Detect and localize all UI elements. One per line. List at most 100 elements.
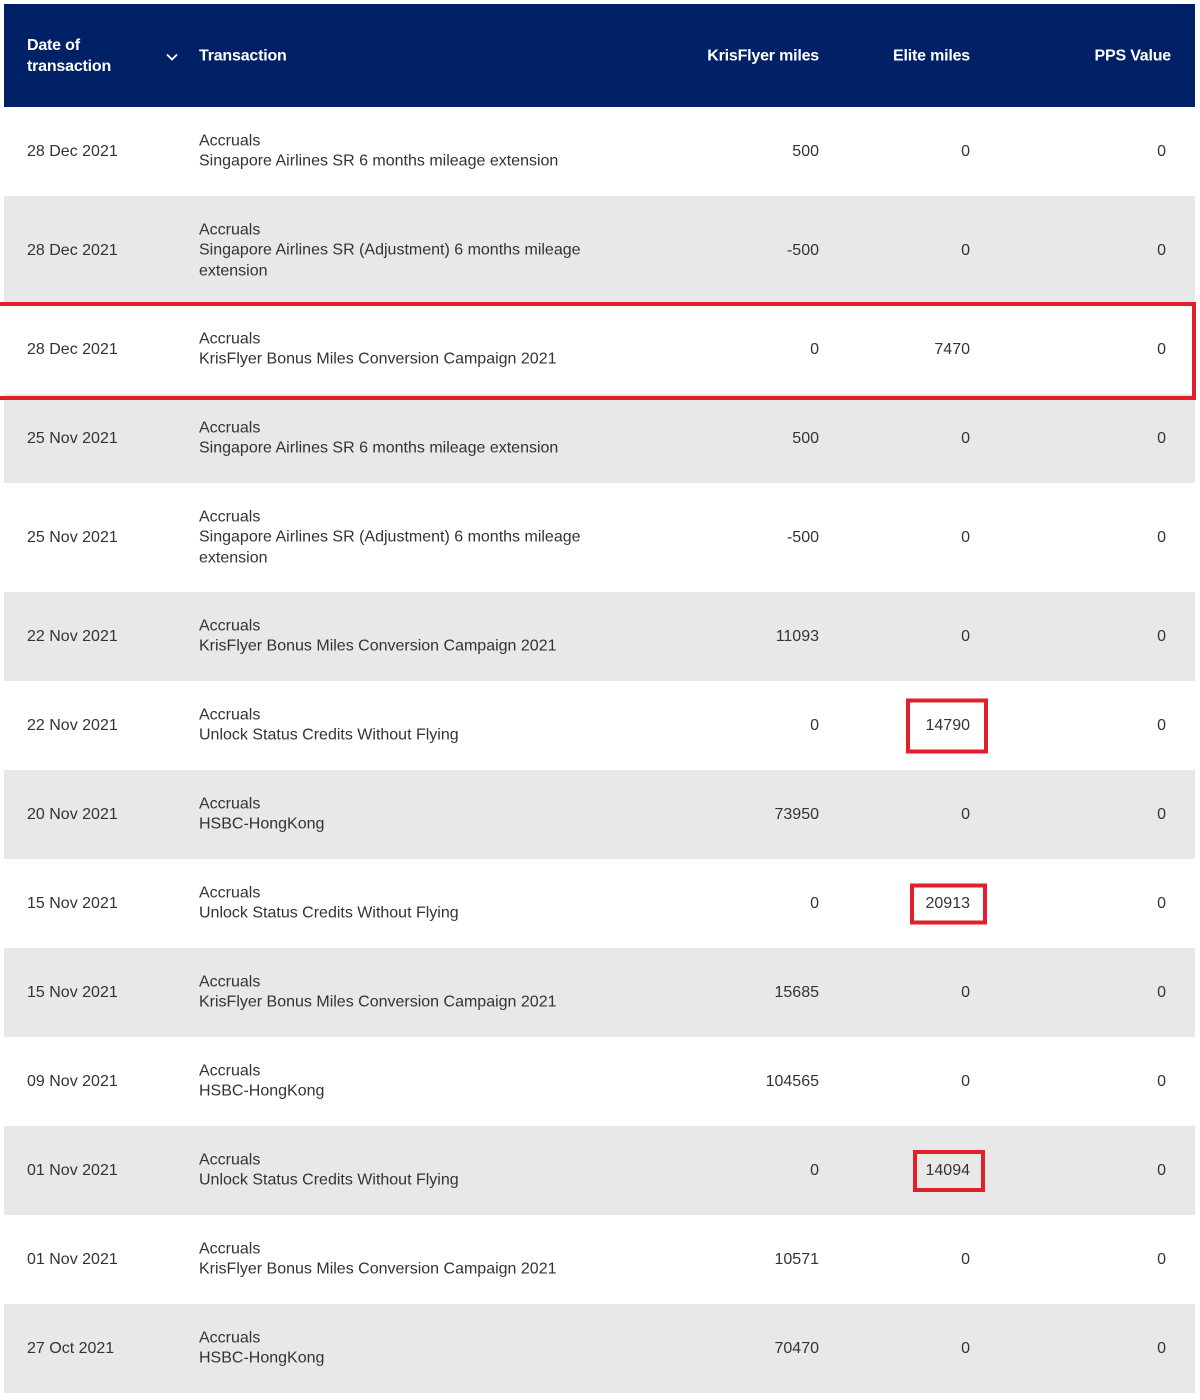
transaction-date: 22 Nov 2021 bbox=[27, 716, 118, 734]
transaction-description: Unlock Status Credits Without Flying bbox=[199, 726, 459, 744]
table-row[interactable]: 25 Nov 2021 Accruals Singapore Airlines SR… bbox=[4, 483, 1195, 592]
table-header: Date of transaction Transaction KrisFlye… bbox=[4, 4, 1195, 107]
krisflyer-miles-value: 0 bbox=[810, 894, 819, 912]
krisflyer-miles-value: 11093 bbox=[775, 627, 819, 645]
elite-miles-highlight-box bbox=[913, 1149, 985, 1192]
krisflyer-miles-value: 104565 bbox=[765, 1072, 819, 1090]
transaction-type: Accruals bbox=[199, 507, 261, 525]
krisflyer-miles-value: 500 bbox=[792, 142, 819, 160]
pps-value: 0 bbox=[1157, 894, 1166, 912]
elite-miles-value: 0 bbox=[961, 1072, 970, 1090]
pps-value: 0 bbox=[1157, 340, 1166, 358]
table-row[interactable]: 01 Nov 2021 Accruals Unlock Status Credits… bbox=[4, 1126, 1195, 1215]
transaction-details: Accruals Unlock Status Credits Without Fl… bbox=[199, 705, 619, 746]
transaction-date: 01 Nov 2021 bbox=[27, 1161, 118, 1179]
table-row[interactable]: 28 Dec 2021 Accruals Singapore Airlines SR… bbox=[4, 107, 1195, 196]
transaction-date: 28 Dec 2021 bbox=[27, 241, 118, 259]
table-row[interactable]: 20 Nov 2021 Accruals HSBC-HongKong 73950 0 0 bbox=[4, 770, 1195, 859]
transaction-date: 01 Nov 2021 bbox=[27, 1250, 118, 1268]
transaction-description: HSBC-HongKong bbox=[199, 815, 325, 833]
elite-miles-value: 0 bbox=[961, 528, 970, 546]
elite-miles-highlight-box bbox=[906, 698, 988, 753]
transaction-type: Accruals bbox=[199, 132, 261, 149]
elite-miles-value: 0 bbox=[961, 429, 970, 447]
table-row[interactable]: 28 Dec 2021 Accruals Singapore Airlines SR… bbox=[4, 196, 1195, 305]
transaction-description: Singapore Airlines SR 6 months mileage e… bbox=[199, 152, 559, 170]
krisflyer-miles-value: 15685 bbox=[774, 983, 820, 1001]
elite-miles-value: 0 bbox=[961, 142, 970, 160]
krisflyer-miles-value: 10571 bbox=[774, 1250, 820, 1268]
transaction-description: HSBC-HongKong bbox=[199, 1082, 325, 1100]
table-row[interactable]: 01 Nov 2021 Accruals KrisFlyer Bonus Miles… bbox=[4, 1215, 1195, 1304]
pps-value: 0 bbox=[1157, 627, 1166, 645]
transaction-date: 22 Nov 2021 bbox=[27, 627, 118, 645]
column-header-krisflyer-miles: KrisFlyer miles bbox=[707, 47, 819, 64]
transaction-type: Accruals bbox=[199, 617, 261, 634]
table-row[interactable]: 27 Oct 2021 Accruals HSBC-HongKong 70470 0 0 bbox=[4, 1304, 1195, 1393]
pps-value: 0 bbox=[1157, 1339, 1166, 1357]
table-body: 28 Dec 2021 Accruals Singapore Airlines SR… bbox=[4, 107, 1195, 1393]
transaction-details: Accruals KrisFlyer Bonus Miles Conversion… bbox=[199, 329, 619, 370]
table-row[interactable]: 22 Nov 2021 Accruals Unlock Status Credits… bbox=[4, 681, 1195, 770]
elite-miles-value: 0 bbox=[961, 983, 970, 1001]
elite-miles-value: 0 bbox=[961, 627, 970, 645]
transaction-date: 25 Nov 2021 bbox=[27, 528, 118, 546]
krisflyer-miles-value: -500 bbox=[786, 528, 819, 546]
elite-miles-value: 0 bbox=[961, 1250, 970, 1268]
transaction-date: 09 Nov 2021 bbox=[27, 1072, 118, 1090]
transaction-details: Accruals Unlock Status Credits Without Fl… bbox=[199, 883, 619, 924]
pps-value: 0 bbox=[1157, 805, 1166, 823]
pps-value: 0 bbox=[1157, 528, 1166, 546]
pps-value: 0 bbox=[1157, 1250, 1166, 1268]
pps-value: 0 bbox=[1157, 429, 1166, 447]
transaction-type: Accruals bbox=[199, 884, 261, 901]
table-row[interactable]: 25 Nov 2021 Accruals Singapore Airlines SR… bbox=[4, 394, 1195, 483]
transaction-description: Singapore Airlines SR (Adjustment) 6 mon… bbox=[199, 528, 581, 566]
table-row[interactable]: 15 Nov 2021 Accruals Unlock Status Credits… bbox=[4, 859, 1195, 948]
transaction-date: 15 Nov 2021 bbox=[27, 983, 118, 1001]
transaction-description: KrisFlyer Bonus Miles Conversion Campaig… bbox=[199, 1260, 557, 1278]
krisflyer-miles-value: 0 bbox=[810, 1161, 819, 1179]
pps-value: 0 bbox=[1157, 142, 1166, 160]
table-row[interactable]: 15 Nov 2021 Accruals KrisFlyer Bonus Miles… bbox=[4, 948, 1195, 1037]
transaction-description: KrisFlyer Bonus Miles Conversion Campaig… bbox=[199, 637, 557, 655]
transaction-date: 27 Oct 2021 bbox=[27, 1339, 115, 1357]
krisflyer-miles-value: 70470 bbox=[774, 1339, 820, 1357]
chevron-down-icon[interactable] bbox=[165, 49, 179, 63]
table-row[interactable]: 09 Nov 2021 Accruals HSBC-HongKong 104565 0 0 bbox=[4, 1037, 1195, 1126]
transaction-details: Accruals HSBC-HongKong bbox=[199, 1061, 619, 1102]
table-row[interactable]: 28 Dec 2021 Accruals KrisFlyer Bonus Miles… bbox=[4, 305, 1195, 394]
transactions-table: Date of transaction Transaction KrisFlye… bbox=[4, 4, 1195, 1393]
transaction-details: Accruals KrisFlyer Bonus Miles Conversion… bbox=[199, 972, 619, 1013]
pps-value: 0 bbox=[1157, 716, 1166, 734]
pps-value: 0 bbox=[1157, 983, 1166, 1001]
krisflyer-miles-value: 0 bbox=[810, 716, 819, 734]
column-header-transaction: Transaction bbox=[199, 47, 287, 64]
transaction-description: Singapore Airlines SR (Adjustment) 6 mon… bbox=[199, 241, 581, 279]
transaction-type: Accruals bbox=[199, 1329, 261, 1346]
transaction-details: Accruals Singapore Airlines SR 6 months m… bbox=[199, 131, 619, 172]
transaction-description: HSBC-HongKong bbox=[199, 1349, 325, 1367]
krisflyer-miles-value: 73950 bbox=[774, 805, 820, 823]
elite-miles-value: 0 bbox=[961, 1339, 970, 1357]
transaction-details: Accruals HSBC-HongKong bbox=[199, 1328, 619, 1369]
transaction-date: 15 Nov 2021 bbox=[27, 894, 118, 912]
transaction-details: Accruals Singapore Airlines SR 6 months m… bbox=[199, 418, 619, 459]
column-header-date[interactable]: Date of transaction bbox=[27, 35, 137, 77]
table-row[interactable]: 22 Nov 2021 Accruals KrisFlyer Bonus Miles… bbox=[4, 592, 1195, 681]
transaction-details: Accruals Unlock Status Credits Without Fl… bbox=[199, 1150, 619, 1191]
krisflyer-miles-value: -500 bbox=[786, 241, 819, 259]
transaction-description: Unlock Status Credits Without Flying bbox=[199, 1171, 459, 1189]
transaction-type: Accruals bbox=[199, 973, 261, 990]
transaction-type: Accruals bbox=[199, 1151, 261, 1168]
transaction-description: Unlock Status Credits Without Flying bbox=[199, 904, 459, 922]
elite-miles-highlight-box bbox=[910, 883, 987, 924]
transaction-date: 28 Dec 2021 bbox=[27, 142, 118, 160]
transaction-description: KrisFlyer Bonus Miles Conversion Campaig… bbox=[199, 350, 557, 368]
transaction-type: Accruals bbox=[199, 330, 261, 347]
elite-miles-value: 7470 bbox=[934, 340, 970, 358]
transaction-type: Accruals bbox=[199, 220, 261, 238]
transaction-type: Accruals bbox=[199, 419, 261, 436]
transaction-type: Accruals bbox=[199, 795, 261, 812]
transaction-date: 25 Nov 2021 bbox=[27, 429, 118, 447]
